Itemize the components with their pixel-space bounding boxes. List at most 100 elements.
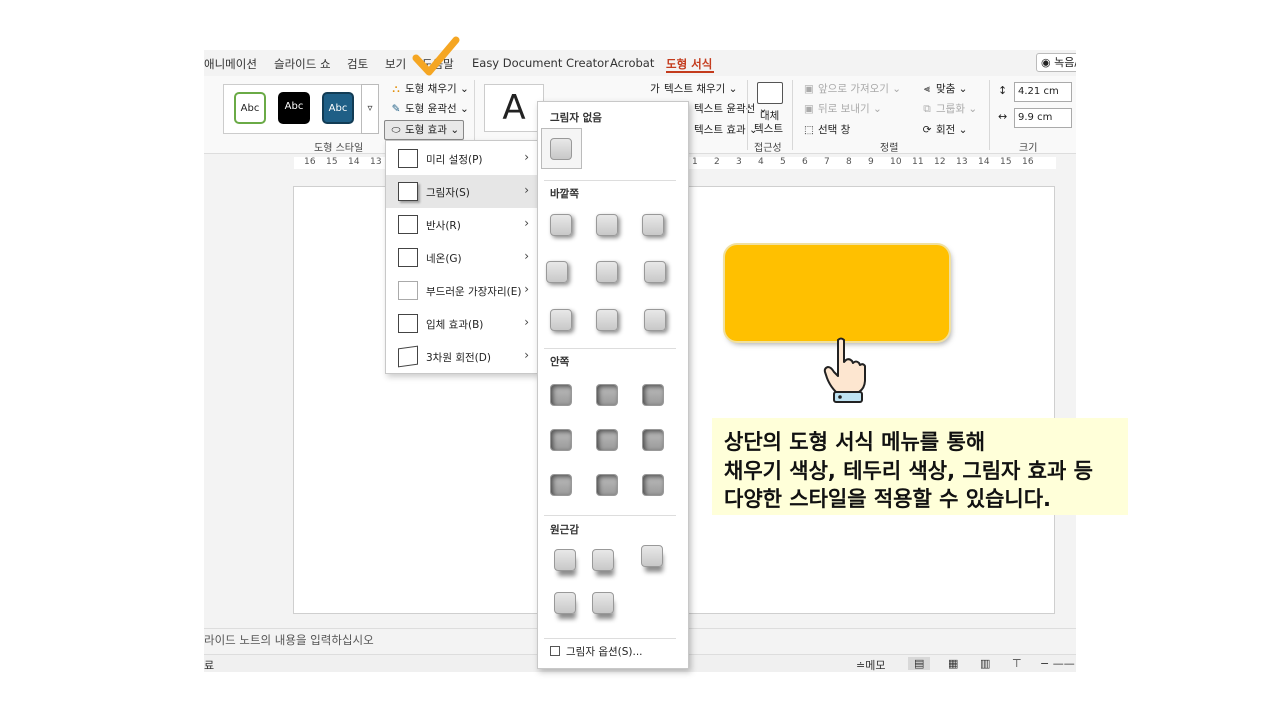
group-separator xyxy=(989,80,990,150)
alt-text-label-2: 텍스트 xyxy=(754,123,783,135)
outer-shadow-option[interactable] xyxy=(596,261,618,283)
status-left-text: 료 xyxy=(204,659,215,672)
menu-item-label: 부드러운 가장자리(E) xyxy=(426,286,522,298)
normal-view-icon[interactable]: ▤ xyxy=(908,657,931,670)
selection-pane-button[interactable]: ⬚ 선택 창 xyxy=(802,122,850,137)
selection-pane-icon: ⬚ xyxy=(804,124,814,136)
ruler-label: 13 xyxy=(956,157,968,167)
gallery-more-button[interactable]: ▿ xyxy=(361,84,379,134)
style-sample-black[interactable]: Abc xyxy=(278,92,310,124)
group-button[interactable]: ⧉ 그룹화 ⌄ xyxy=(920,101,977,116)
active-tab-underline xyxy=(666,71,714,73)
arrange-group-label: 정렬 xyxy=(880,143,899,154)
shape-height-input[interactable]: 4.21 cm xyxy=(1014,82,1072,102)
glow-icon xyxy=(398,248,418,267)
inner-shadow-option[interactable] xyxy=(642,384,664,406)
outer-shadow-option[interactable] xyxy=(550,214,572,236)
inner-shadow-option[interactable] xyxy=(550,474,572,496)
perspective-shadow-option[interactable] xyxy=(554,592,576,614)
inner-shadow-option[interactable] xyxy=(642,474,664,496)
slideshow-view-icon[interactable]: ⊤ xyxy=(1012,657,1022,670)
menu-item-reflection[interactable]: 반사(R) › xyxy=(386,208,537,241)
outer-shadow-option[interactable] xyxy=(596,309,618,331)
perspective-shadow-option[interactable] xyxy=(554,549,576,571)
inner-shadow-option[interactable] xyxy=(550,384,572,406)
alt-text-icon[interactable] xyxy=(757,82,783,104)
section-divider xyxy=(544,638,676,639)
outer-shadow-option[interactable] xyxy=(546,261,568,283)
shape-fill-label: 도형 채우기 xyxy=(405,83,457,95)
ruler-label: 7 xyxy=(824,157,830,167)
menu-item-bevel[interactable]: 입체 효과(B) › xyxy=(386,307,537,340)
record-button[interactable]: ◉ 녹음/ xyxy=(1036,53,1076,72)
group-separator xyxy=(747,80,748,150)
inner-shadow-option[interactable] xyxy=(596,384,618,406)
inner-shadow-option[interactable] xyxy=(596,474,618,496)
shape-outline-button[interactable]: ✎ 도형 윤곽선 ⌄ xyxy=(389,101,469,116)
accessibility-group-label: 접근성 xyxy=(754,143,782,154)
outer-heading: 바깥쪽 xyxy=(550,188,579,200)
shape-style-gallery: Abc Abc Abc xyxy=(223,84,377,134)
align-button[interactable]: ⫷ 맞춤 ⌄ xyxy=(920,81,967,96)
outer-shadow-option[interactable] xyxy=(644,261,666,283)
inner-shadow-option[interactable] xyxy=(642,429,664,451)
chevron-right-icon: › xyxy=(524,348,529,362)
tab-acrobat[interactable]: Acrobat xyxy=(610,56,654,70)
style-sample-outline[interactable]: Abc xyxy=(234,92,266,124)
ruler-label: 5 xyxy=(780,157,786,167)
bring-forward-button[interactable]: ▣ 앞으로 가져오기 ⌄ xyxy=(802,81,901,96)
text-effects-button[interactable]: 텍스트 효과 ⌄ xyxy=(694,122,758,137)
text-fill-label: 텍스트 채우기 xyxy=(664,83,726,95)
inner-shadow-option[interactable] xyxy=(550,429,572,451)
shape-fill-button[interactable]: ⛬ 도형 채우기 ⌄ xyxy=(389,81,468,96)
menu-item-shadow[interactable]: 그림자(S) › xyxy=(386,175,537,208)
ruler-label: 8 xyxy=(846,157,852,167)
text-outline-button[interactable]: 텍스트 윤곽선 ⌄ xyxy=(694,101,767,116)
rotate-button[interactable]: ⟳ 회전 ⌄ xyxy=(920,122,968,137)
tab-view[interactable]: 보기 xyxy=(385,56,406,72)
shape-width-input[interactable]: 9.9 cm xyxy=(1014,108,1072,128)
record-label: 녹음/ xyxy=(1054,56,1076,69)
menu-item-presets[interactable]: 미리 설정(P) › xyxy=(386,142,537,175)
callout-line-3: 다양한 스타일을 적용할 수 있습니다. xyxy=(724,487,1052,511)
reading-view-icon[interactable]: ▥ xyxy=(980,657,990,670)
inner-shadow-option[interactable] xyxy=(596,429,618,451)
shape-effects-menu: 미리 설정(P) › 그림자(S) › 반사(R) › 네온(G) › 부드러운… xyxy=(385,140,538,374)
bring-forward-label: 앞으로 가져오기 xyxy=(818,83,889,95)
callout-line-2: 채우기 색상, 테두리 색상, 그림자 효과 등 xyxy=(724,459,1093,483)
style-sample-blue[interactable]: Abc xyxy=(322,92,354,124)
notes-toggle-button[interactable]: ≐메모 xyxy=(856,657,885,672)
slide-sorter-icon[interactable]: ▦ xyxy=(948,657,958,670)
send-backward-label: 뒤로 보내기 xyxy=(818,103,870,115)
shadow-options-button[interactable]: 그림자 옵션(S)... xyxy=(550,644,643,659)
tab-easy-document-creator[interactable]: Easy Document Creator xyxy=(472,56,609,70)
tab-review[interactable]: 검토 xyxy=(347,56,368,72)
ruler-label: 2 xyxy=(714,157,720,167)
wordart-quick-style[interactable]: A xyxy=(484,84,544,132)
outer-shadow-option[interactable] xyxy=(642,214,664,236)
menu-item-soft-edges[interactable]: 부드러운 가장자리(E) › xyxy=(386,274,537,307)
tab-slideshow[interactable]: 슬라이드 쇼 xyxy=(274,56,331,72)
outer-shadow-option[interactable] xyxy=(644,309,666,331)
text-fill-button[interactable]: 가 텍스트 채우기 ⌄ xyxy=(648,81,737,96)
zoom-slider[interactable]: − —— xyxy=(1040,657,1075,670)
section-divider xyxy=(544,180,676,181)
selection-pane-label: 선택 창 xyxy=(818,124,851,136)
shadow-options-label: 그림자 옵션(S)... xyxy=(566,646,643,658)
perspective-shadow-option[interactable] xyxy=(592,549,614,571)
chevron-right-icon: › xyxy=(524,282,529,296)
outer-shadow-option[interactable] xyxy=(550,309,572,331)
perspective-shadow-option[interactable] xyxy=(592,592,614,614)
send-backward-button[interactable]: ▣ 뒤로 보내기 ⌄ xyxy=(802,101,882,116)
menu-item-glow[interactable]: 네온(G) › xyxy=(386,241,537,274)
tab-animations[interactable]: 애니메이션 xyxy=(204,56,257,72)
pen-outline-icon: ✎ xyxy=(391,103,401,115)
selected-rounded-rectangle[interactable] xyxy=(725,245,949,341)
tab-shape-format[interactable]: 도형 서식 xyxy=(666,56,712,72)
perspective-shadow-option[interactable] xyxy=(641,545,663,567)
menu-item-label: 3차원 회전(D) xyxy=(426,352,491,364)
outer-shadow-option[interactable] xyxy=(596,214,618,236)
notes-placeholder: 라이드 노트의 내용을 입력하십시오 xyxy=(204,633,374,647)
menu-item-3d-rotation[interactable]: 3차원 회전(D) › xyxy=(386,340,537,373)
shape-height-value: 4.21 cm xyxy=(1018,86,1059,97)
